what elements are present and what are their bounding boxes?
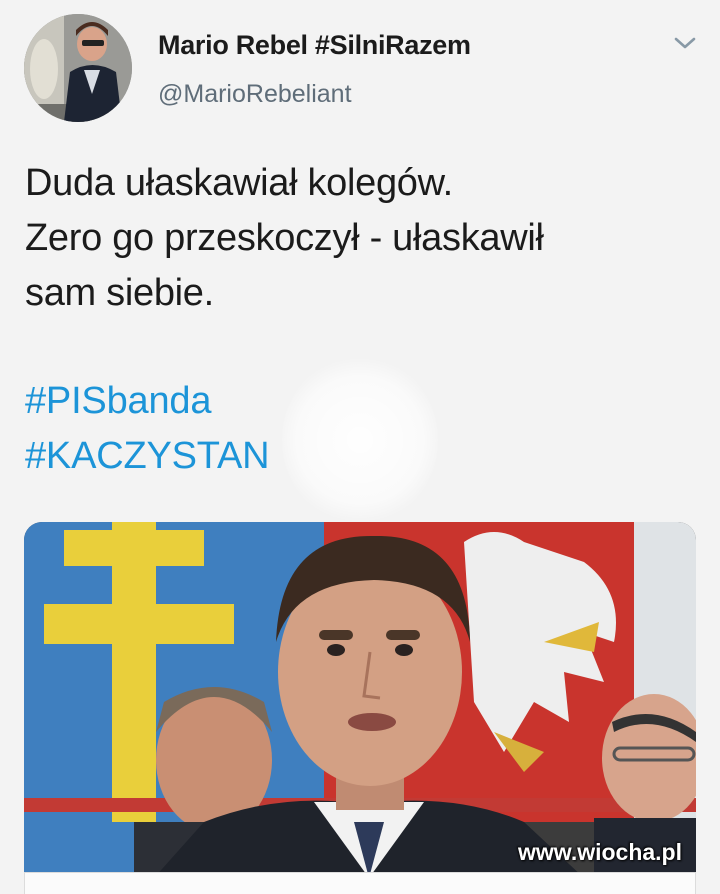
tweet-text-line: Duda ułaskawiał kolegów. <box>25 162 453 204</box>
screen-glare <box>282 356 438 524</box>
chevron-down-icon[interactable] <box>672 34 698 52</box>
avatar-image <box>24 14 132 122</box>
tweet-text-line: Zero go przeskoczył - ułaskawił <box>25 217 544 259</box>
tweet-text-line: sam siebie. <box>25 272 214 314</box>
watermark-text: www.wiocha.pl <box>518 839 682 865</box>
media-card-footer <box>24 872 696 894</box>
hashtag-list: #PISbanda #KACZYSTAN <box>25 374 270 484</box>
tweet-text: Duda ułaskawiał kolegów. Zero go przesko… <box>25 156 705 321</box>
hashtag-link[interactable]: #PISbanda <box>25 374 269 429</box>
display-name[interactable]: Mario Rebel #SilniRazem <box>158 30 471 61</box>
tweet-media-image[interactable]: www.wiocha.pl <box>24 522 696 878</box>
user-handle[interactable]: @MarioRebeliant <box>158 80 352 109</box>
avatar[interactable] <box>24 14 132 122</box>
media-photo <box>24 522 696 878</box>
hashtag-link[interactable]: #KACZYSTAN <box>25 429 270 484</box>
